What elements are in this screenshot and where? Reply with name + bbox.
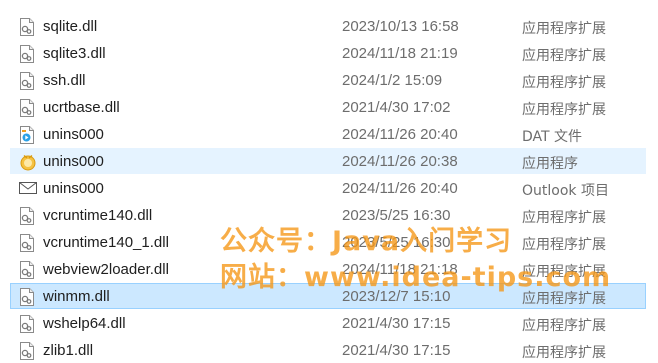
file-date-modified: 2021/4/30 17:15 (342, 315, 451, 332)
file-row[interactable]: unins000 2024/11/26 20:40 Outlook 项目 (10, 175, 646, 201)
dll-file-icon (19, 45, 35, 63)
file-name: winmm.dll (43, 288, 110, 305)
file-type: 应用程序扩展 (522, 75, 606, 91)
file-type: Outlook 项目 (522, 183, 609, 199)
uninstaller-app-icon (19, 153, 36, 171)
file-row[interactable]: sqlite.dll 2023/10/13 16:58 应用程序扩展 (10, 13, 646, 39)
file-name: vcruntime140.dll (43, 207, 153, 224)
file-type: 应用程序扩展 (522, 48, 606, 64)
file-date-modified: 2023/10/13 16:58 (342, 18, 459, 35)
dll-file-icon (19, 18, 35, 36)
file-row[interactable]: unins000 2024/11/26 20:40 DAT 文件 (10, 121, 646, 147)
file-date-modified: 2024/11/26 20:38 (342, 153, 458, 170)
file-list: sqlite.dll 2023/10/13 16:58 应用程序扩展 sqlite3.… (0, 0, 658, 363)
file-date-modified: 2021/4/30 17:02 (342, 99, 451, 116)
dll-file-icon (19, 99, 35, 117)
file-name: vcruntime140_1.dll (43, 234, 169, 251)
file-date-modified: 2021/4/30 17:15 (342, 342, 451, 359)
file-name: wshelp64.dll (43, 315, 126, 332)
file-row[interactable]: ucrtbase.dll 2021/4/30 17:02 应用程序扩展 (10, 94, 646, 120)
dll-file-icon (19, 261, 35, 279)
dll-file-icon (19, 288, 35, 306)
file-type: 应用程序扩展 (522, 318, 606, 334)
file-row[interactable]: sqlite3.dll 2024/11/18 21:19 应用程序扩展 (10, 40, 646, 66)
file-type: 应用程序扩展 (522, 102, 606, 118)
file-name: ucrtbase.dll (43, 99, 120, 116)
file-date-modified: 2024/1/2 15:09 (342, 72, 443, 89)
file-row[interactable]: wshelp64.dll 2021/4/30 17:15 应用程序扩展 (10, 310, 646, 336)
dll-file-icon (19, 72, 35, 90)
file-date-modified: 2024/11/18 21:19 (342, 45, 458, 62)
dll-file-icon (19, 342, 35, 360)
file-name: sqlite.dll (43, 18, 98, 35)
file-type: 应用程序扩展 (522, 210, 606, 226)
dll-file-icon (19, 207, 35, 225)
file-name: webview2loader.dll (43, 261, 169, 278)
dll-file-icon (19, 315, 35, 333)
watermark-website: 网站：www.idea-tips.com (220, 262, 612, 293)
file-row[interactable]: zlib1.dll 2021/4/30 17:15 应用程序扩展 (10, 337, 646, 363)
file-name: sqlite3.dll (43, 45, 106, 62)
watermark-wechat: 公众号：Java入门学习 (220, 226, 513, 257)
file-name: unins000 (43, 180, 104, 197)
file-name: zlib1.dll (43, 342, 94, 359)
mail-envelope-icon (19, 180, 37, 198)
file-date-modified: 2024/11/26 20:40 (342, 126, 458, 143)
file-type: 应用程序扩展 (522, 21, 606, 37)
file-name: unins000 (43, 153, 104, 170)
file-row[interactable]: ssh.dll 2024/1/2 15:09 应用程序扩展 (10, 67, 646, 93)
media-file-icon (19, 126, 35, 144)
file-name: unins000 (43, 126, 104, 143)
file-type: DAT 文件 (522, 129, 583, 145)
file-name: ssh.dll (43, 72, 86, 89)
file-row[interactable]: unins000 2024/11/26 20:38 应用程序 (10, 148, 646, 174)
file-type: 应用程序 (522, 156, 578, 172)
file-type: 应用程序扩展 (522, 237, 606, 253)
file-type: 应用程序扩展 (522, 345, 606, 361)
file-date-modified: 2024/11/26 20:40 (342, 180, 458, 197)
dll-file-icon (19, 234, 35, 252)
